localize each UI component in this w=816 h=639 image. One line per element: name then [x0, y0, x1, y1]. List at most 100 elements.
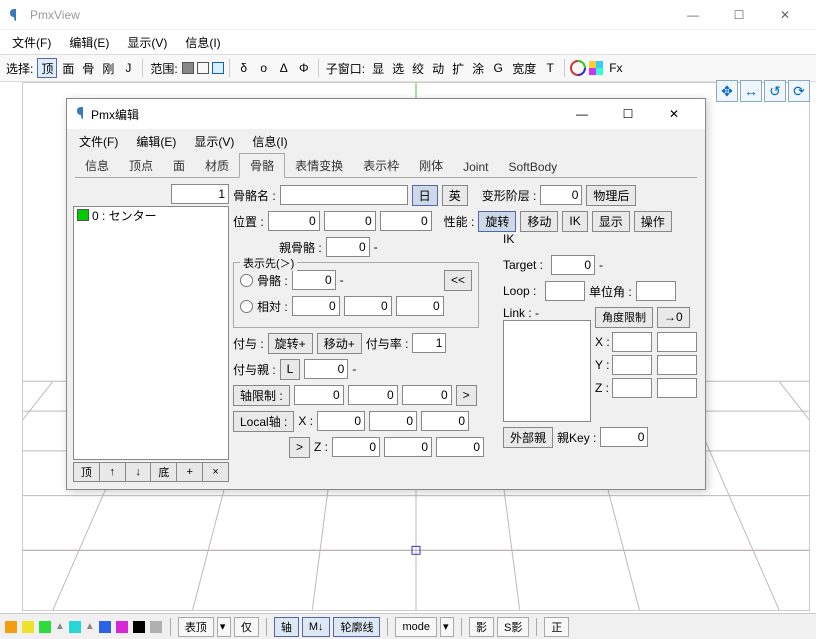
menu-file[interactable]: 文件(F) [4, 32, 59, 53]
greek-omicron[interactable]: ο [255, 58, 273, 78]
list-bottom-button[interactable]: 底 [150, 462, 177, 482]
disp-rel-radio[interactable] [240, 300, 253, 313]
status-sshadow[interactable]: S影 [497, 617, 529, 637]
ik-y1[interactable] [612, 355, 652, 375]
ik-x2[interactable] [657, 332, 697, 352]
editor-minimize-button[interactable]: — [559, 100, 605, 128]
tab-bone[interactable]: 骨骼 [239, 153, 285, 178]
tab-material[interactable]: 材质 [195, 154, 239, 177]
axis-limit-button[interactable]: 轴限制 : [233, 385, 290, 406]
status-only[interactable]: 仅 [234, 617, 259, 637]
ik-y2[interactable] [657, 355, 697, 375]
swatch-6[interactable] [133, 621, 145, 633]
child-3[interactable]: 动 [429, 58, 447, 78]
status-dd2[interactable]: ▾ [440, 617, 454, 637]
status-shadow[interactable]: 影 [469, 617, 494, 637]
move-tool-icon[interactable]: ✥ [716, 80, 738, 102]
range-1[interactable] [182, 62, 194, 74]
swatch-0[interactable] [5, 621, 17, 633]
editor-titlebar[interactable]: Pmx编辑 — ☐ ✕ [67, 99, 705, 129]
status-surface[interactable]: 表顶 [178, 617, 214, 637]
menu-view[interactable]: 显示(V) [119, 32, 175, 53]
ik-x1[interactable] [612, 332, 652, 352]
list-index-input[interactable] [171, 184, 229, 204]
child-1[interactable]: 选 [389, 58, 407, 78]
lx2[interactable] [369, 411, 417, 431]
list-add-button[interactable]: + [176, 462, 203, 482]
deform-input[interactable] [540, 185, 582, 205]
pos-x[interactable] [268, 211, 320, 231]
axis-limit-x[interactable] [294, 385, 344, 405]
physics-after-button[interactable]: 物理后 [586, 185, 636, 206]
editor-menu-edit[interactable]: 编辑(E) [128, 131, 184, 152]
grant-mov-button[interactable]: 移动+ [317, 333, 362, 354]
minimize-button[interactable]: — [670, 0, 716, 30]
child-6[interactable]: G [489, 58, 507, 78]
status-mode[interactable]: mode [395, 617, 437, 637]
editor-menu-view[interactable]: 显示(V) [186, 131, 242, 152]
child-8[interactable]: T [541, 58, 559, 78]
pos-y[interactable] [324, 211, 376, 231]
lang-jp-button[interactable]: 日 [412, 185, 438, 206]
grant-l-button[interactable]: L [280, 359, 301, 380]
swatch-2[interactable] [39, 621, 51, 633]
grant-rate-input[interactable] [412, 333, 446, 353]
sel-face[interactable]: 面 [59, 58, 77, 78]
ik-link-list[interactable] [503, 320, 591, 422]
parent-key-input[interactable] [600, 427, 648, 447]
lx3[interactable] [421, 411, 469, 431]
greek-delta[interactable]: δ [235, 58, 253, 78]
tab-vertex[interactable]: 顶点 [119, 154, 163, 177]
status-outline[interactable]: 轮廓线 [333, 617, 380, 637]
child-5[interactable]: 涂 [469, 58, 487, 78]
child-2[interactable]: 绞 [409, 58, 427, 78]
list-del-button[interactable]: × [202, 462, 229, 482]
list-down-button[interactable]: ↓ [125, 462, 152, 482]
list-item[interactable]: 0 : センター [74, 207, 228, 223]
axis-limit-z[interactable] [402, 385, 452, 405]
lang-en-button[interactable]: 英 [442, 185, 468, 206]
sel-bone[interactable]: 骨 [79, 58, 97, 78]
lz3[interactable] [436, 437, 484, 457]
parent-input[interactable] [326, 237, 370, 257]
rel-x[interactable] [292, 296, 340, 316]
ik-z1[interactable] [612, 378, 652, 398]
bone-name-input[interactable] [280, 185, 408, 205]
grant-parent-input[interactable] [304, 359, 348, 379]
disp-bone-radio[interactable] [240, 274, 253, 287]
list-top-button[interactable]: 顶 [73, 462, 100, 482]
tab-joint[interactable]: Joint [453, 157, 498, 177]
range-2[interactable] [197, 62, 209, 74]
to-zero-button[interactable]: →0 [657, 307, 690, 328]
ik-target-input[interactable] [551, 255, 595, 275]
tab-info[interactable]: 信息 [75, 154, 119, 177]
rel-z[interactable] [396, 296, 444, 316]
axis-limit-arrow-button[interactable]: > [456, 385, 477, 406]
swatch-4[interactable] [99, 621, 111, 633]
status-m[interactable]: M↓ [302, 617, 331, 637]
sel-rigid[interactable]: 刚 [99, 58, 117, 78]
grant-rot-button[interactable]: 旋转+ [268, 333, 313, 354]
ext-parent-button[interactable]: 外部親 [503, 427, 553, 448]
editor-maximize-button[interactable]: ☐ [605, 100, 651, 128]
tab-softbody[interactable]: SoftBody [498, 157, 567, 177]
swatch-3[interactable] [69, 621, 81, 633]
sel-joint[interactable]: J [119, 58, 137, 78]
tab-frame[interactable]: 表示枠 [353, 154, 409, 177]
status-ortho[interactable]: 正 [544, 617, 569, 637]
refresh-tool-icon[interactable]: ⟳ [788, 80, 810, 102]
swatch-1[interactable] [22, 621, 34, 633]
fx-button[interactable]: Fx [606, 58, 625, 78]
tab-morph[interactable]: 表情变换 [285, 154, 353, 177]
local-axis-button[interactable]: Local轴 : [233, 411, 294, 432]
axis-limit-y[interactable] [348, 385, 398, 405]
rel-y[interactable] [344, 296, 392, 316]
lz2[interactable] [384, 437, 432, 457]
menu-info[interactable]: 信息(I) [177, 32, 228, 53]
ik-loop-input[interactable] [545, 281, 585, 301]
color-wheel-icon[interactable] [570, 60, 586, 76]
maximize-button[interactable]: ☐ [716, 0, 762, 30]
lx1[interactable] [317, 411, 365, 431]
lz1[interactable] [332, 437, 380, 457]
ik-unit-input[interactable] [636, 281, 676, 301]
